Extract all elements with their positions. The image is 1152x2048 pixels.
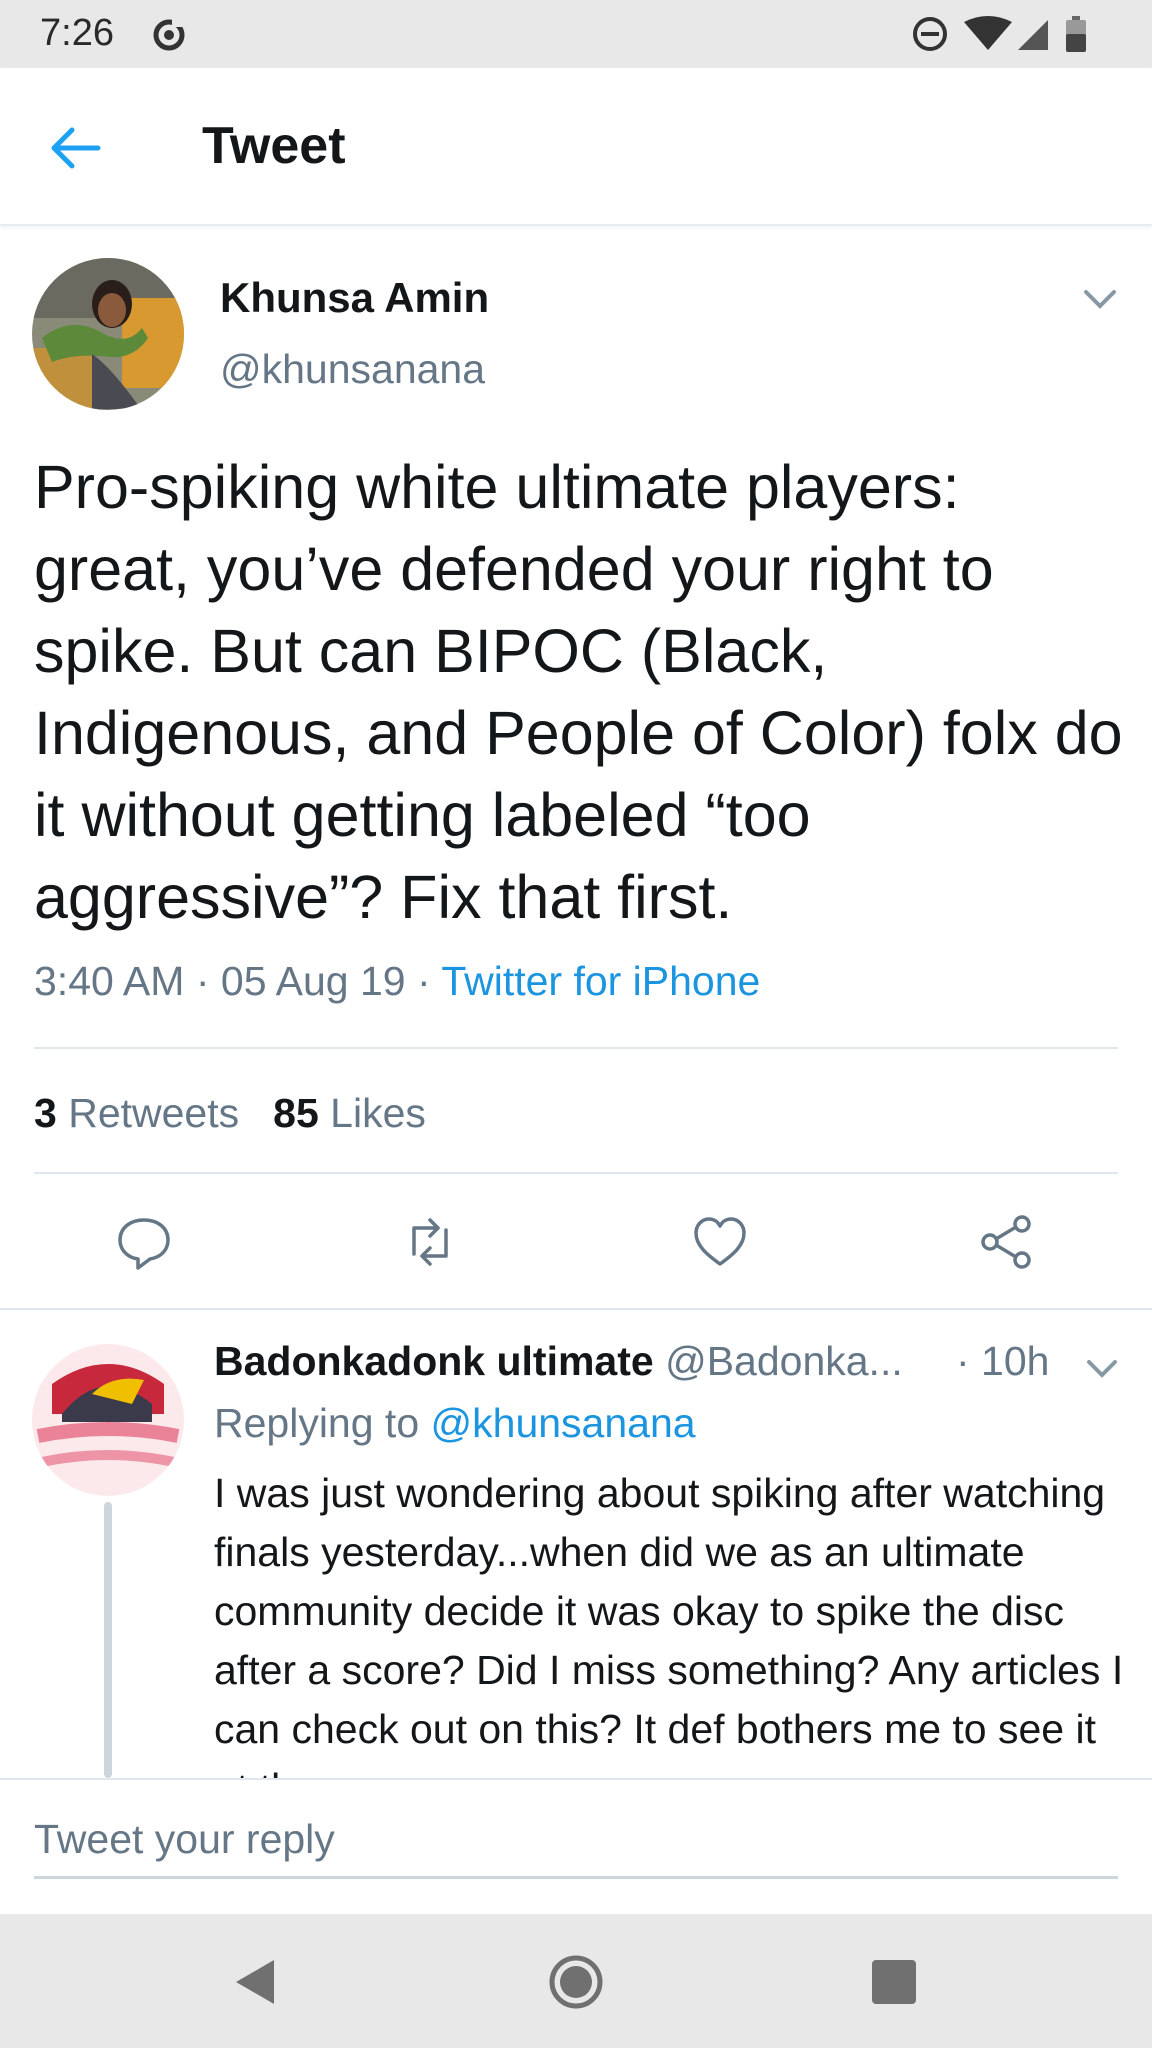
chevron-down-icon[interactable]: [1080, 282, 1120, 314]
signal-icon: [1018, 20, 1048, 50]
do-not-disturb-icon: [913, 17, 947, 51]
thread-line: [104, 1502, 112, 1778]
status-time: 7:26: [40, 12, 114, 54]
divider: [34, 1172, 1118, 1174]
author-name[interactable]: Khunsa Amin: [220, 274, 489, 322]
divider: [34, 1047, 1118, 1049]
avatar-image: [32, 1344, 184, 1496]
meta-separator: ·: [417, 958, 431, 1004]
meta-separator: ·: [195, 958, 210, 1004]
tweet-time: 3:40 AM: [34, 958, 185, 1004]
retweets-stat[interactable]: 3 Retweets: [34, 1090, 239, 1136]
replying-to-mention[interactable]: @khunsanana: [431, 1400, 696, 1446]
share-icon[interactable]: [978, 1214, 1034, 1270]
author-avatar[interactable]: [32, 258, 184, 410]
nav-back-icon[interactable]: [226, 1952, 286, 2012]
status-icons: [913, 16, 1086, 52]
divider: [0, 1308, 1152, 1310]
reply-author-handle[interactable]: @Badonka...: [665, 1338, 903, 1384]
reply-text: I was just wondering about spiking after…: [214, 1470, 1124, 1778]
app-header: Tweet: [0, 68, 1152, 226]
reply-author-name[interactable]: Badonkadonk ultimate: [214, 1338, 654, 1384]
system-nav-bar: [0, 1914, 1152, 2048]
nav-home-icon[interactable]: [546, 1952, 606, 2012]
chevron-down-icon[interactable]: [1084, 1354, 1120, 1382]
tweet-source-link[interactable]: Twitter for iPhone: [441, 958, 760, 1004]
reply-avatar[interactable]: [32, 1344, 184, 1496]
reply-icon[interactable]: [116, 1214, 172, 1270]
likes-stat[interactable]: 85 Likes: [273, 1090, 426, 1136]
replying-to: Replying to @khunsanana: [214, 1400, 696, 1447]
replying-to-label: Replying to: [214, 1400, 420, 1446]
sync-icon: [153, 19, 185, 51]
likes-label: Likes: [330, 1090, 426, 1136]
back-arrow-icon[interactable]: [46, 118, 106, 178]
author-handle[interactable]: @khunsanana: [220, 346, 485, 393]
status-bar: 7:26: [0, 0, 1152, 68]
retweets-count: 3: [34, 1090, 57, 1136]
nav-recents-icon[interactable]: [864, 1952, 924, 2012]
tweet-text: Pro-spiking white ultimate players: grea…: [34, 453, 1123, 931]
tweet-date: 05 Aug 19: [220, 958, 406, 1004]
like-icon[interactable]: [692, 1214, 748, 1270]
battery-icon: [1066, 16, 1086, 52]
retweets-label: Retweets: [68, 1090, 240, 1136]
tweet-meta: 3:40 AM · 05 Aug 19 · Twitter for iPhone: [34, 958, 760, 1005]
tweet-stats: 3 Retweets 85 Likes: [34, 1090, 426, 1137]
avatar-image: [32, 258, 184, 410]
compose-bar: [0, 1778, 1152, 1916]
reply-input[interactable]: [34, 1802, 1118, 1879]
likes-count: 85: [273, 1090, 319, 1136]
reply-time: · 10h: [956, 1338, 1050, 1384]
retweet-icon[interactable]: [402, 1214, 458, 1270]
page-title: Tweet: [202, 117, 346, 175]
wifi-icon: [964, 16, 1012, 50]
